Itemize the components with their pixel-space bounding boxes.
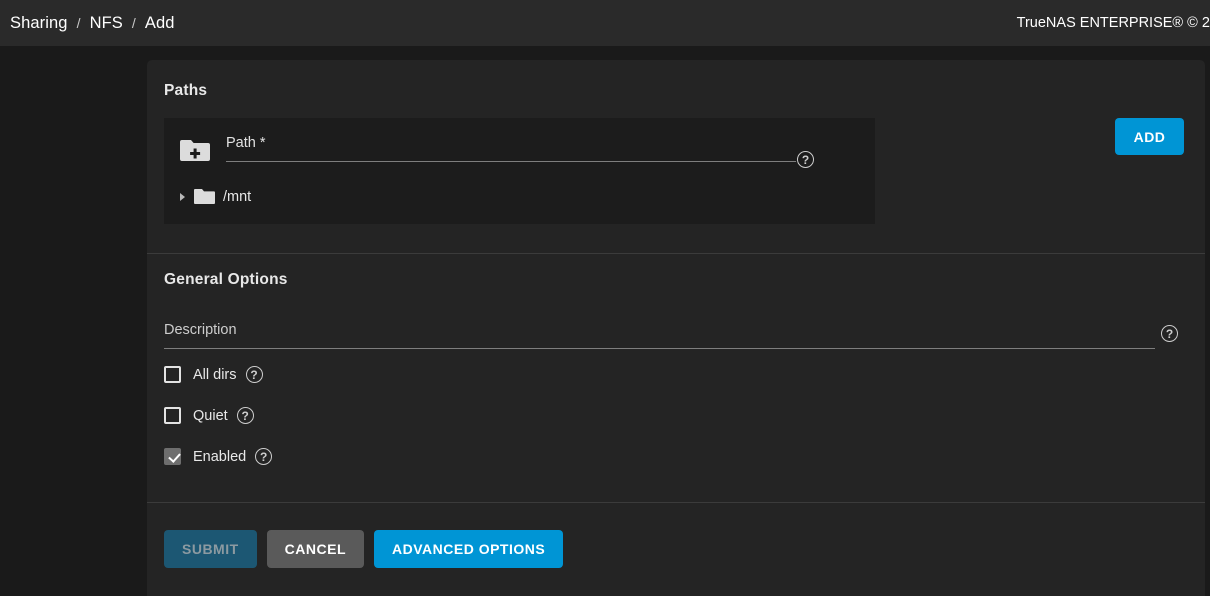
breadcrumb-separator: / — [131, 15, 136, 31]
all-dirs-help-icon[interactable]: ? — [245, 366, 263, 383]
breadcrumb-separator: / — [76, 15, 81, 31]
breadcrumb-item-nfs[interactable]: NFS — [90, 14, 123, 33]
checkbox-row-enabled[interactable]: Enabled ? — [164, 448, 273, 465]
path-input-underline — [226, 161, 796, 162]
description-help-icon[interactable]: ? — [1161, 325, 1178, 342]
submit-button[interactable]: SUBMIT — [164, 530, 257, 568]
cancel-button[interactable]: CANCEL — [266, 530, 365, 568]
checkbox-all-dirs[interactable] — [164, 366, 181, 383]
path-input-label: Path * — [226, 135, 266, 151]
breadcrumb: Sharing / NFS / Add — [10, 14, 175, 33]
checkbox-quiet[interactable] — [164, 407, 181, 424]
checkbox-row-all-dirs[interactable]: All dirs ? — [164, 366, 263, 383]
folder-icon — [194, 189, 215, 204]
footer-divider — [147, 502, 1205, 503]
form-actions: SUBMIT CANCEL ADVANCED OPTIONS — [164, 530, 564, 568]
paths-section-title: Paths — [164, 82, 208, 99]
caret-right-icon[interactable] — [180, 192, 185, 201]
top-bar: Sharing / NFS / Add TrueNAS ENTERPRISE® … — [0, 0, 1210, 47]
breadcrumb-item-sharing[interactable]: Sharing — [10, 14, 68, 33]
path-tree-item-label: /mnt — [223, 188, 252, 205]
description-input-underline — [164, 348, 1155, 349]
checkbox-label-quiet: Quiet — [193, 407, 228, 424]
general-options-title: General Options — [164, 271, 288, 288]
path-input-row: Path * — [180, 134, 796, 162]
checkbox-row-quiet[interactable]: Quiet ? — [164, 407, 254, 424]
nfs-add-form-card: Paths Path * /mnt ? ADD General Options … — [147, 60, 1205, 596]
quiet-help-icon[interactable]: ? — [236, 407, 254, 424]
checkbox-label-all-dirs: All dirs — [193, 366, 237, 383]
copyright-text: TrueNAS ENTERPRISE® © 20 — [1016, 15, 1210, 31]
path-input-field[interactable]: Path * — [226, 134, 796, 162]
add-path-button[interactable]: ADD — [1115, 118, 1184, 155]
checkbox-enabled[interactable] — [164, 448, 181, 465]
section-divider — [147, 253, 1205, 254]
advanced-options-button[interactable]: ADVANCED OPTIONS — [374, 530, 564, 568]
breadcrumb-item-add[interactable]: Add — [145, 14, 175, 33]
create-new-folder-icon[interactable] — [180, 137, 210, 162]
enabled-help-icon[interactable]: ? — [255, 448, 273, 465]
description-input-field[interactable]: Description — [164, 321, 1155, 349]
path-explorer-panel: Path * /mnt — [164, 118, 875, 224]
path-tree-item-mnt[interactable]: /mnt — [180, 188, 251, 205]
description-input-label: Description — [164, 322, 237, 338]
path-help-icon[interactable]: ? — [797, 151, 814, 168]
checkbox-label-enabled: Enabled — [193, 448, 247, 465]
